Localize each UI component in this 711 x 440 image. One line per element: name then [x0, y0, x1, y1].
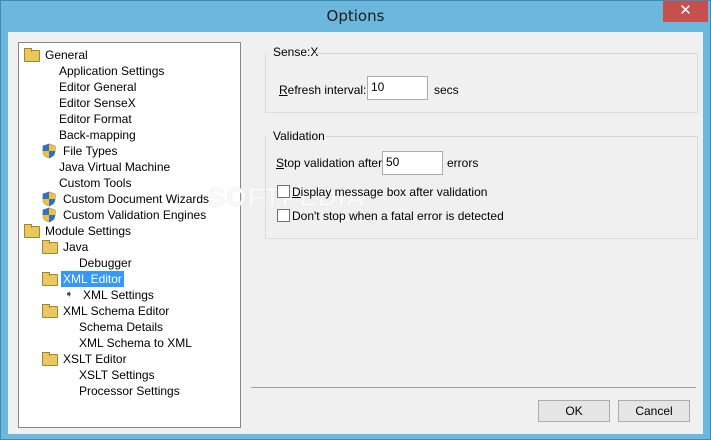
tree-item-label: XML Settings [83, 288, 154, 302]
tree-item-label: Processor Settings [79, 384, 180, 398]
folder-icon [23, 47, 40, 63]
refresh-interval-label: Refresh interval: [279, 83, 367, 97]
close-button[interactable]: ✕ [663, 1, 708, 22]
display-message-box-label[interactable]: Display message box after validation [292, 185, 487, 199]
tree-item-label: Editor SenseX [59, 96, 136, 110]
stop-validation-unit: errors [447, 156, 479, 170]
folder-icon [41, 303, 58, 319]
tree-item-label: XSLT Settings [79, 368, 155, 382]
display-message-box-checkbox[interactable] [277, 185, 290, 198]
tree-item-label: XML Editor [61, 271, 124, 287]
tree-item-label: Java [63, 240, 89, 254]
shield-icon [41, 143, 57, 159]
tree-item-label: File Types [63, 144, 118, 158]
stop-validation-label: Stop validation after: [276, 156, 386, 170]
ok-button[interactable]: OK [538, 400, 610, 422]
tree-item-label: Application Settings [59, 64, 165, 78]
bottom-separator [251, 387, 696, 388]
tree-item-label: Custom Document Wizards [63, 192, 210, 206]
shield-icon [41, 207, 57, 223]
refresh-interval-input[interactable]: 10 [367, 76, 428, 100]
tree-item-label: Back-mapping [59, 128, 136, 142]
shield-icon [41, 191, 57, 207]
tree-item-label: Custom Validation Engines [63, 208, 207, 222]
folder-icon [23, 223, 40, 239]
tree-item-label: XML Schema to XML [79, 336, 192, 350]
refresh-interval-unit: secs [434, 83, 459, 97]
folder-icon [41, 351, 58, 367]
window-title: Options [326, 7, 385, 25]
close-icon: ✕ [679, 2, 692, 19]
tree-item-label: Editor Format [59, 112, 132, 126]
tree-item-label: XML Schema Editor [63, 304, 170, 318]
tree-item-label: Editor General [59, 80, 137, 94]
tree-item-label: General [45, 48, 88, 62]
tree-item-label: XSLT Editor [63, 352, 127, 366]
dont-stop-on-fatal-label[interactable]: Don't stop when a fatal error is detecte… [292, 209, 504, 223]
dont-stop-on-fatal-checkbox[interactable] [277, 209, 290, 222]
folder-icon [41, 271, 58, 287]
folder-icon [41, 239, 58, 255]
tree-item-label: Module Settings [45, 224, 132, 238]
tree-item-label: Schema Details [79, 320, 164, 334]
title-bar[interactable]: Options ✕ [1, 1, 710, 32]
options-window: Options ✕ General Application Settings Edi… [0, 0, 711, 440]
stop-validation-input[interactable]: 50 [382, 151, 443, 175]
tree-item-label: Custom Tools [59, 176, 132, 190]
tree-item-label: Java Virtual Machine [59, 160, 171, 174]
options-tree[interactable]: General Application Settings Editor Genera… [18, 42, 241, 428]
tree-item-label: Debugger [79, 256, 132, 270]
dialog-client-area: General Application Settings Editor Genera… [8, 32, 703, 434]
arrow-icon: ➧ [64, 289, 74, 300]
cancel-button[interactable]: Cancel [618, 400, 690, 422]
